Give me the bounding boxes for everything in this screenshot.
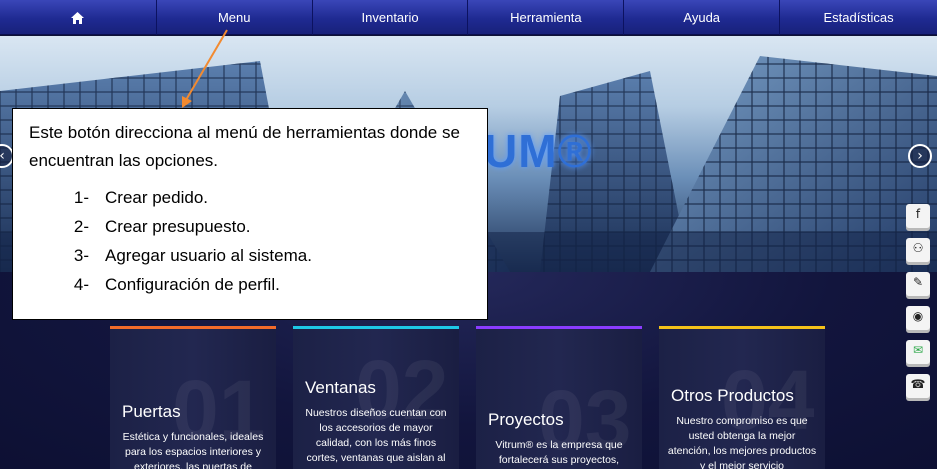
annotation-item-text: Crear pedido. [105,188,209,207]
edit-button[interactable]: ✎ [904,272,932,296]
annotation-item-index: 2- [73,217,89,236]
nav-home-button[interactable] [0,0,157,35]
nav-menu[interactable]: Menu [157,0,313,35]
top-nav: Menu Inventario Herramienta Ayuda Estadí… [0,0,937,35]
card-title: Puertas [122,402,181,421]
hero-logo-text: UM® [484,125,593,177]
annotation-item-index: 1- [73,188,89,207]
card-accent-bar [110,326,276,329]
share-button[interactable]: ⚇ [904,238,932,262]
annotation-item-index: 4- [73,275,89,294]
nav-menu-label: Menu [217,10,251,25]
card-accent-bar [476,326,642,329]
card-text: Vitrum® es la empresa que fortalecerá su… [495,439,623,466]
phone-icon: ☎ [910,377,926,391]
chevron-left-icon: ‹ [0,148,5,164]
message-button[interactable]: ✉ [904,340,932,364]
annotation-item: 2- Crear presupuesto. [29,212,471,241]
annotation-item: 1- Crear pedido. [29,183,471,212]
annotation-item: 4- Configuración de perfil. [29,270,471,299]
nav-inventario[interactable]: Inventario [313,0,469,35]
nav-ayuda[interactable]: Ayuda [624,0,781,35]
nav-ayuda-label: Ayuda [683,10,721,25]
annotation-item-text: Agregar usuario al sistema. [105,246,312,265]
card-title: Otros Productos [671,386,794,405]
carousel-next-button[interactable]: › [908,144,932,168]
annotation-intro: Este botón direcciona al menú de herrami… [29,123,460,170]
annotation-box: Este botón direcciona al menú de herrami… [12,108,488,320]
annotation-item-index: 3- [73,246,89,265]
home-icon [71,11,85,24]
edit-icon: ✎ [912,275,924,289]
page: Menu Inventario Herramienta Ayuda Estadí… [0,0,937,469]
nav-herramienta-label: Herramienta [510,10,582,25]
nav-estadisticas[interactable]: Estadísticas [780,0,937,35]
card-ventanas[interactable]: 02 Ventanas Nuestros diseños cuentan con… [293,326,459,469]
card-text: Estética y funcionales, ideales para los… [122,431,264,469]
facebook-icon: f [915,207,921,221]
nav-inventario-label: Inventario [361,10,419,25]
annotation-item-text: Configuración de perfil. [105,275,280,294]
eye-button[interactable]: ◉ [904,306,932,330]
facebook-button[interactable]: f [904,204,932,228]
chevron-right-icon: › [917,148,923,164]
card-proyectos[interactable]: 03 Proyectos Vitrum® es la empresa que f… [476,326,642,469]
annotation-item-text: Crear presupuesto. [105,217,251,236]
annotation-item: 3- Agregar usuario al sistema. [29,241,471,270]
phone-button[interactable]: ☎ [904,374,932,398]
nav-estadisticas-label: Estadísticas [823,10,894,25]
card-title: Ventanas [305,378,376,397]
card-accent-bar [293,326,459,329]
card-text: Nuestro compromiso es que usted obtenga … [667,415,817,469]
card-accent-bar [659,326,825,329]
card-puertas[interactable]: 01 Puertas Estética y funcionales, ideal… [110,326,276,469]
card-otros-productos[interactable]: 04 Otros Productos Nuestro compromiso es… [659,326,825,469]
message-icon: ✉ [912,343,924,357]
annotation-list: 1- Crear pedido. 2- Crear presupuesto. 3… [29,183,471,299]
share-icon: ⚇ [912,241,924,255]
eye-icon: ◉ [912,309,924,323]
card-text: Nuestros diseños cuentan con los accesor… [305,407,447,464]
card-title: Proyectos [488,410,564,429]
nav-herramienta[interactable]: Herramienta [468,0,625,35]
